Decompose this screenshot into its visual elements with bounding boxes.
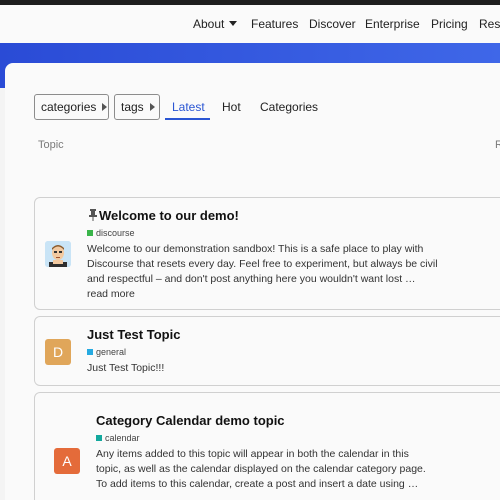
topic-excerpt: Any items added to this topic will appea… [96,447,500,492]
pin-icon [89,209,97,221]
nav-about[interactable]: About [193,5,238,43]
category-label: calendar [105,433,140,443]
nav-features[interactable]: Features [251,5,298,43]
avatar[interactable] [45,241,71,267]
top-navigation-bar: About Features Discover Enterprise Prici… [0,5,500,43]
column-header-topic[interactable]: Topic [38,139,64,151]
nav-pricing[interactable]: Pricing [431,5,468,43]
read-more-link[interactable]: read more [87,287,500,302]
tab-latest[interactable]: Latest [172,94,205,120]
categories-dropdown[interactable]: categories [34,94,109,120]
topic-card-welcome[interactable]: Welcome to our demo! discourse Welcome t… [34,197,500,310]
category-color-swatch [87,229,93,236]
tab-hot[interactable]: Hot [222,94,241,120]
tags-dropdown[interactable]: tags [114,94,160,120]
user-avatar-image [45,241,71,267]
caret-right-icon [102,102,108,111]
topic-excerpt: Welcome to our demonstration sandbox! Th… [87,242,500,302]
tags-dropdown-label: tags [121,100,144,114]
nav-enterprise[interactable]: Enterprise [365,5,420,43]
category-badge[interactable]: general [87,347,126,357]
excerpt-line: Any items added to this topic will appea… [96,448,409,460]
caret-right-icon [149,102,155,111]
category-label: general [96,347,127,357]
avatar[interactable]: A [54,448,80,474]
excerpt-line: Welcome to our demonstration sandbox! Th… [87,243,424,255]
topic-card-category-calendar[interactable]: A Category Calendar demo topic calendar … [34,392,500,500]
category-label: discourse [96,228,135,238]
topic-excerpt: Just Test Topic!!! [87,361,500,376]
excerpt-line: topic, as well as the calendar displayed… [96,463,426,475]
category-color-swatch [87,348,93,355]
category-badge[interactable]: discourse [87,228,135,238]
nav-discover[interactable]: Discover [309,5,356,43]
topic-card-just-test[interactable]: D Just Test Topic general Just Test Topi… [34,316,500,386]
excerpt-line: To add items to this calendar, create a … [96,478,419,490]
avatar[interactable]: D [45,339,71,365]
topic-title[interactable]: Just Test Topic [87,327,180,342]
category-color-swatch [96,434,102,441]
topic-title[interactable]: Category Calendar demo topic [96,413,285,428]
caret-down-icon [229,21,238,27]
nav-resources[interactable]: Reso [479,5,500,43]
excerpt-line: and respectful – and don't post anything… [87,273,416,285]
topic-title[interactable]: Welcome to our demo! [99,208,239,223]
categories-dropdown-label: categories [41,100,97,114]
excerpt-line: Just Test Topic!!! [87,362,165,374]
tab-categories[interactable]: Categories [260,94,318,120]
active-tab-indicator [165,118,210,120]
category-badge[interactable]: calendar [96,433,140,443]
column-header-replies[interactable]: R [495,139,500,151]
nav-about-label: About [193,17,225,31]
excerpt-line: Discourse that resets every day. Feel fr… [87,258,438,270]
